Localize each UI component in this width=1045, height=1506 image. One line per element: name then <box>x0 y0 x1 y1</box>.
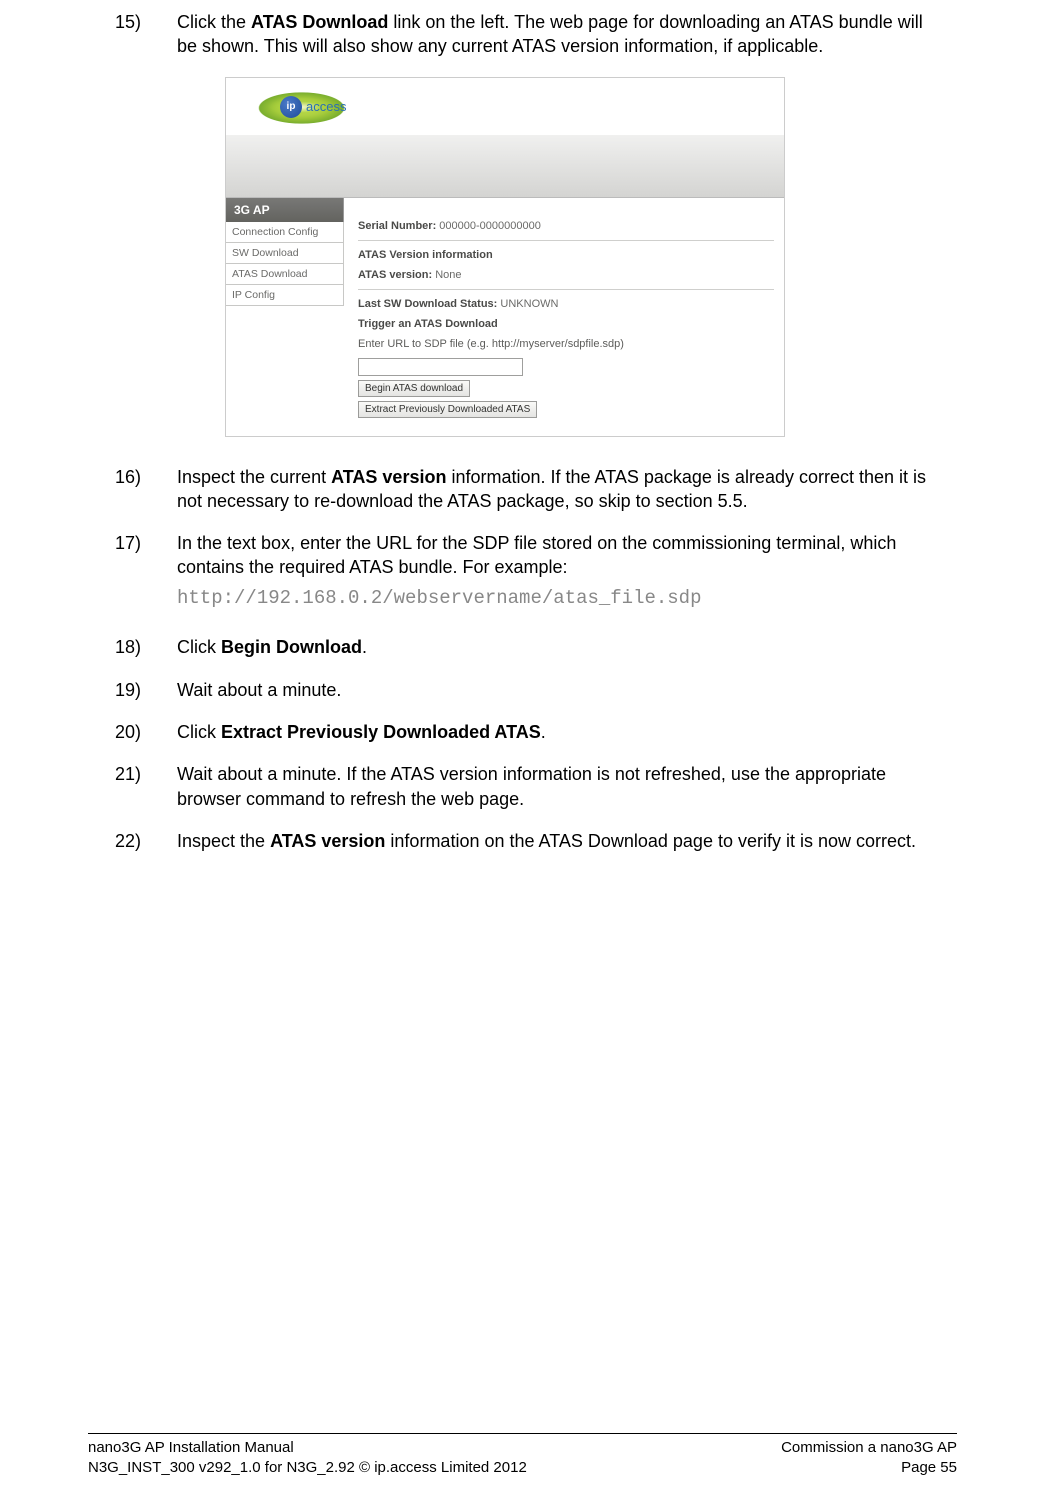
step-number: 22) <box>115 829 177 853</box>
step-19: 19) Wait about a minute. <box>115 678 930 702</box>
last-dl-label: Last SW Download Status: <box>358 298 497 310</box>
step-18: 18) Click Begin Download. <box>115 635 930 659</box>
step-20: 20) Click Extract Previously Downloaded … <box>115 720 930 744</box>
begin-atas-download-button[interactable]: Begin ATAS download <box>358 380 470 397</box>
logo-access-text: access <box>306 99 346 114</box>
step-number: 16) <box>115 465 177 514</box>
sidebar-head: 3G AP <box>226 198 344 222</box>
step-text: In the text box, enter the URL for the S… <box>177 531 930 617</box>
embedded-screenshot: ip access 3G AP Connection Config SW Dow… <box>225 77 785 437</box>
divider <box>358 289 774 290</box>
enter-url-text: Enter URL to SDP file (e.g. http://myser… <box>358 338 774 350</box>
logo-ip-icon: ip <box>280 96 302 118</box>
step-22: 22) Inspect the ATAS version information… <box>115 829 930 853</box>
main-panel: Serial Number: 000000-0000000000 ATAS Ve… <box>344 198 784 436</box>
step-number: 15) <box>115 10 177 59</box>
serial-label: Serial Number: <box>358 220 436 232</box>
sidebar-item-connection-config[interactable]: Connection Config <box>226 222 344 243</box>
step-21: 21) Wait about a minute. If the ATAS ver… <box>115 762 930 811</box>
step-number: 21) <box>115 762 177 811</box>
last-dl-row: Last SW Download Status: UNKNOWN <box>358 298 774 310</box>
sidebar: 3G AP Connection Config SW Download ATAS… <box>226 198 344 436</box>
step-text: Inspect the current ATAS version informa… <box>177 465 930 514</box>
serial-value: 000000-0000000000 <box>436 220 541 232</box>
atas-version-value: None <box>432 269 461 281</box>
step-number: 20) <box>115 720 177 744</box>
step-number: 17) <box>115 531 177 617</box>
sdp-url-input[interactable] <box>358 358 523 376</box>
step-number: 19) <box>115 678 177 702</box>
ipaccess-logo: ip access <box>244 84 359 132</box>
step-text: Wait about a minute. <box>177 678 930 702</box>
step-15: 15) Click the ATAS Download link on the … <box>115 10 930 59</box>
shot-header: ip access <box>226 78 784 198</box>
step-16: 16) Inspect the current ATAS version inf… <box>115 465 930 514</box>
sidebar-item-sw-download[interactable]: SW Download <box>226 243 344 264</box>
serial-row: Serial Number: 000000-0000000000 <box>358 220 774 232</box>
step-17: 17) In the text box, enter the URL for t… <box>115 531 930 617</box>
step-text: Click Begin Download. <box>177 635 930 659</box>
divider <box>358 240 774 241</box>
footer-left: nano3G AP Installation Manual N3G_INST_3… <box>88 1438 527 1479</box>
shot-body: 3G AP Connection Config SW Download ATAS… <box>226 198 784 436</box>
example-url: http://192.168.0.2/webservername/atas_fi… <box>177 586 930 612</box>
step-number: 18) <box>115 635 177 659</box>
page-footer: nano3G AP Installation Manual N3G_INST_3… <box>88 1433 957 1479</box>
step-text: Wait about a minute. If the ATAS version… <box>177 762 930 811</box>
trigger-label: Trigger an ATAS Download <box>358 318 498 330</box>
sidebar-item-ip-config[interactable]: IP Config <box>226 285 344 306</box>
last-dl-value: UNKNOWN <box>497 298 558 310</box>
sidebar-item-atas-download[interactable]: ATAS Download <box>226 264 344 285</box>
footer-right: Commission a nano3G AP Page 55 <box>781 1438 957 1479</box>
atas-info-label: ATAS Version information <box>358 249 493 261</box>
step-text: Click Extract Previously Downloaded ATAS… <box>177 720 930 744</box>
atas-version-label: ATAS version: <box>358 269 432 281</box>
extract-atas-button[interactable]: Extract Previously Downloaded ATAS <box>358 401 537 418</box>
step-text: Click the ATAS Download link on the left… <box>177 10 930 59</box>
step-text: Inspect the ATAS version information on … <box>177 829 930 853</box>
atas-version-row: ATAS version: None <box>358 269 774 281</box>
